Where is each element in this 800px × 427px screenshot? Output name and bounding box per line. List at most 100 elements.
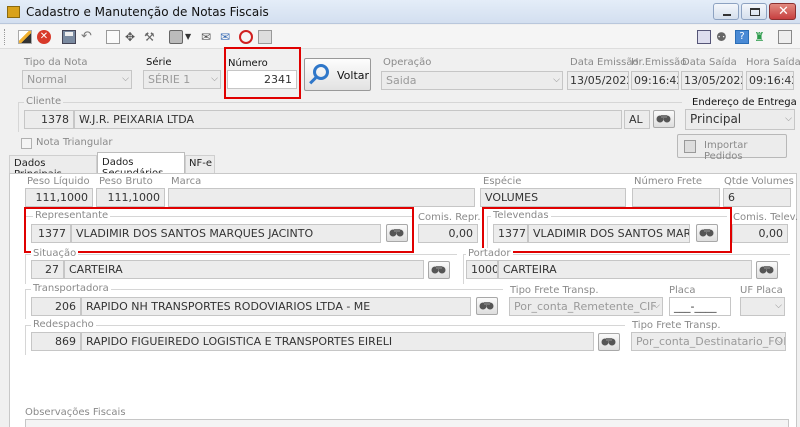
portador-lookup-button[interactable] — [756, 261, 778, 279]
portador-code-value: 1000 — [471, 263, 498, 276]
serie-label: Série — [146, 57, 172, 68]
tools-icon[interactable]: ⚒ — [144, 30, 158, 44]
representante-highlight — [24, 207, 414, 253]
save-icon[interactable] — [62, 30, 76, 44]
especie-value: VOLUMES — [485, 191, 539, 204]
peso-bruto-field[interactable]: 111,1000 — [96, 188, 165, 207]
binoculars-icon — [656, 115, 671, 123]
especie-field[interactable]: VOLUMES — [480, 188, 626, 207]
stop-icon[interactable] — [239, 30, 253, 44]
help-icon[interactable]: ? — [735, 30, 749, 44]
comis-telev-label: Comis. Telev. — [733, 212, 798, 223]
mail-read-icon[interactable]: ✉ — [201, 30, 215, 44]
toolbar — [0, 25, 800, 49]
voltar-button[interactable]: Voltar — [304, 58, 371, 91]
redespacho-code[interactable]: 869 — [31, 332, 81, 351]
hora-saida-label: Hora Saída — [746, 57, 800, 68]
minimize-icon — [723, 14, 731, 16]
print-icon[interactable] — [169, 30, 183, 44]
chevron-down-icon: ⌵ — [211, 74, 218, 84]
portador-code[interactable]: 1000 — [466, 260, 498, 279]
placa-field[interactable]: ___-____ — [669, 297, 731, 316]
cliente-lookup-button[interactable] — [653, 110, 675, 128]
transportadora-code[interactable]: 206 — [31, 297, 81, 316]
operacao-value: Saida — [386, 74, 417, 87]
hora-saida-value: 09:16:42 — [749, 74, 794, 87]
cancel-icon[interactable]: ✕ — [37, 30, 51, 44]
comis-telev-field[interactable]: 0,00 — [732, 224, 788, 243]
window-icon[interactable] — [697, 30, 711, 44]
person-icon[interactable]: ♜ — [754, 30, 768, 44]
close-button[interactable]: ✕ — [769, 3, 796, 20]
maximize-button[interactable] — [741, 3, 767, 20]
redespacho-lookup-button[interactable] — [598, 333, 620, 351]
app-icon — [7, 6, 20, 18]
transportadora-lookup-button[interactable] — [476, 297, 498, 315]
cliente-code[interactable]: 1378 — [24, 110, 74, 129]
exit-icon[interactable] — [778, 30, 792, 44]
endereco-select[interactable]: Principal ⌵ — [685, 109, 795, 130]
data-saida-field[interactable]: 13/05/2022 — [681, 71, 743, 90]
undo-icon[interactable]: ↶ — [81, 30, 95, 44]
situacao-label: Situação — [31, 248, 79, 259]
cliente-name: W.J.R. PEIXARIA LTDA — [74, 110, 622, 129]
tipo-frete-label: Tipo Frete Transp. — [510, 285, 599, 296]
tab-dados-secundarios[interactable]: Dados Secundários — [97, 152, 185, 179]
mail-icon[interactable]: ✉ — [220, 30, 234, 44]
especie-label: Espécie — [483, 176, 522, 187]
data-emissao-value: 13/05/2022 — [570, 74, 629, 87]
placa-label: Placa — [669, 285, 696, 296]
nota-triangular-label: Nota Triangular — [36, 137, 113, 148]
binoculars-icon — [601, 338, 616, 346]
binoculars-icon — [759, 266, 774, 274]
binoculars-icon — [431, 266, 446, 274]
comis-telev-value: 0,00 — [758, 227, 784, 240]
importar-pedidos-button[interactable]: Importar Pedidos — [677, 134, 787, 162]
hr-emissao-value: 09:16:42 — [634, 74, 679, 87]
dropdown-icon[interactable]: ▼ — [185, 30, 199, 44]
data-emissao-field[interactable]: 13/05/2022 — [567, 71, 629, 90]
move-icon[interactable]: ✥ — [125, 30, 139, 44]
tipo-nota-select[interactable]: Normal ⌵ — [22, 70, 132, 89]
tipo-frete2-select[interactable]: Por_conta_Destinatario_FOB ⌵ — [631, 332, 786, 351]
tab-nfe[interactable]: NF-e — [185, 155, 215, 173]
obs-textarea[interactable] — [25, 419, 789, 427]
situacao-code[interactable]: 27 — [31, 260, 64, 279]
portador-name: CARTEIRA — [498, 260, 752, 279]
cliente-uf: AL — [624, 110, 650, 129]
situacao-lookup-button[interactable] — [428, 261, 450, 279]
peso-bruto-value: 111,1000 — [107, 191, 161, 204]
peso-liquido-field[interactable]: 111,1000 — [25, 188, 93, 207]
chevron-down-icon: ⌵ — [653, 301, 660, 311]
hr-emissao-field[interactable]: 09:16:42 — [631, 71, 679, 90]
qtde-volumes-field[interactable]: 6 — [723, 188, 791, 207]
numero-frete-field[interactable] — [632, 188, 720, 207]
edit-icon[interactable] — [18, 30, 32, 44]
tab-label: NF-e — [189, 158, 212, 169]
importar-label: Importar Pedidos — [704, 140, 748, 162]
hora-saida-field[interactable]: 09:16:42 — [746, 71, 794, 90]
numero-frete-label: Número Frete — [634, 176, 703, 187]
chevron-down-icon: ⌵ — [122, 74, 129, 84]
marca-field[interactable] — [168, 188, 475, 207]
cliente-label: Cliente — [24, 96, 64, 107]
tipo-frete-select[interactable]: Por_conta_Remetente_CIF ⌵ — [509, 297, 663, 316]
chevron-down-icon: ⌵ — [775, 301, 782, 311]
comis-repr-field[interactable]: 0,00 — [418, 224, 478, 243]
serie-select[interactable]: SÉRIE 1 ⌵ — [143, 70, 221, 89]
tab-dados-principais[interactable]: Dados Principais — [9, 155, 97, 180]
redespacho-label: Redespacho — [31, 319, 96, 330]
peso-liquido-label: Peso Líquido — [27, 176, 90, 187]
people-icon[interactable]: ⚉ — [716, 30, 730, 44]
copy-icon[interactable] — [106, 30, 120, 44]
comis-repr-value: 0,00 — [448, 227, 474, 240]
tipo-nota-label: Tipo da Nota — [24, 57, 88, 68]
operacao-select[interactable]: Saida ⌵ — [381, 71, 563, 90]
portador-label: Portador — [466, 248, 513, 259]
portador-name-value: CARTEIRA — [503, 263, 557, 276]
clipboard-icon[interactable] — [258, 30, 272, 44]
tipo-nota-value: Normal — [27, 73, 67, 86]
uf-placa-select[interactable]: ⌵ — [740, 297, 785, 316]
nota-triangular-checkbox[interactable] — [21, 138, 32, 149]
minimize-button[interactable] — [713, 3, 739, 20]
